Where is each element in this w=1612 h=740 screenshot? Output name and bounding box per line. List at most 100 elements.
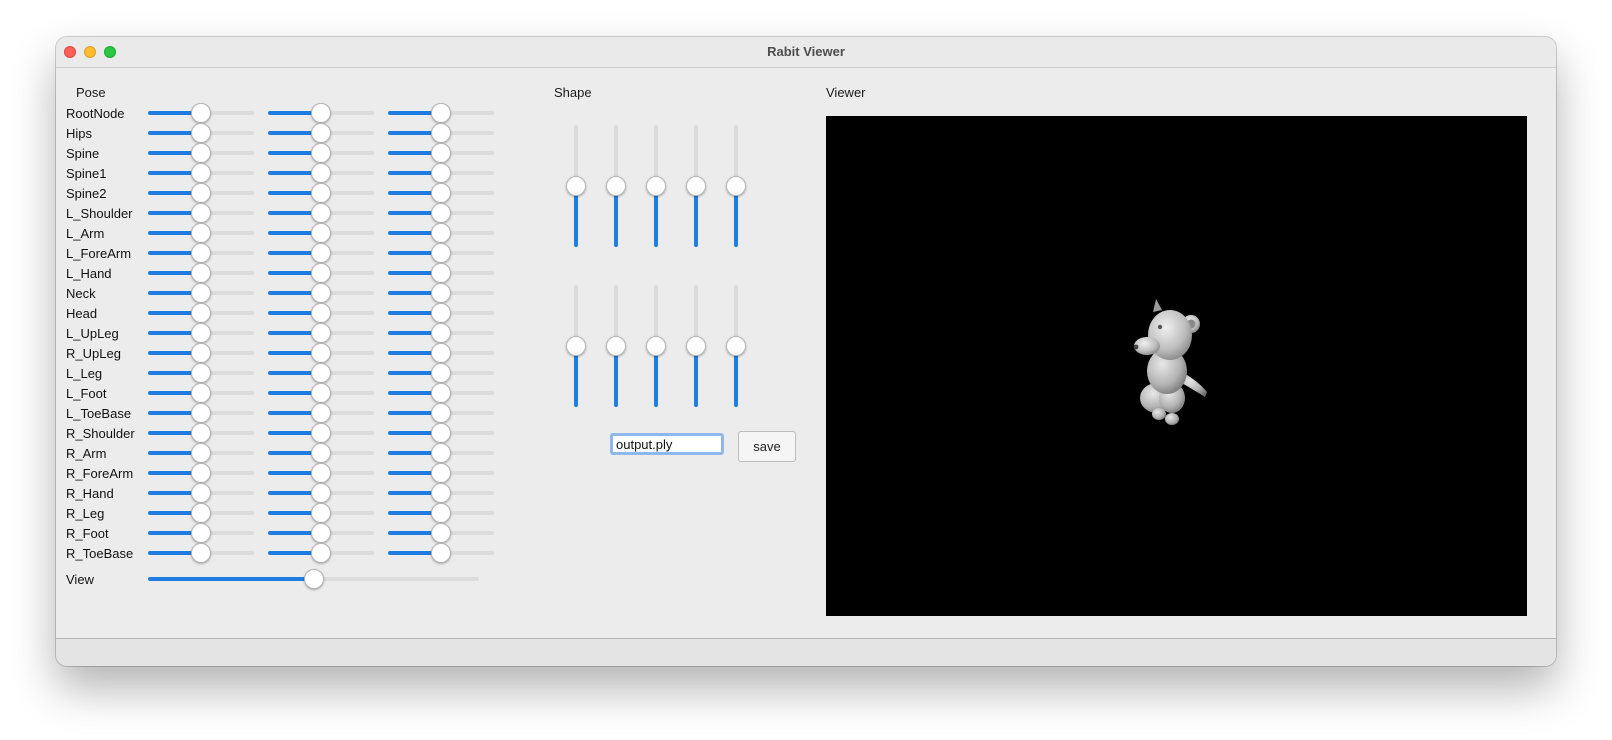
pose-slider[interactable] bbox=[268, 263, 374, 283]
shape-slider[interactable] bbox=[686, 285, 706, 407]
slider-handle[interactable] bbox=[311, 203, 331, 223]
pose-slider[interactable] bbox=[388, 523, 494, 543]
pose-slider[interactable] bbox=[148, 203, 254, 223]
pose-slider[interactable] bbox=[388, 123, 494, 143]
pose-slider[interactable] bbox=[148, 243, 254, 263]
slider-handle[interactable] bbox=[191, 263, 211, 283]
slider-handle[interactable] bbox=[311, 183, 331, 203]
pose-slider[interactable] bbox=[268, 103, 374, 123]
pose-slider[interactable] bbox=[148, 403, 254, 423]
shape-slider[interactable] bbox=[606, 285, 626, 407]
pose-slider[interactable] bbox=[388, 283, 494, 303]
slider-handle[interactable] bbox=[311, 423, 331, 443]
pose-slider[interactable] bbox=[388, 243, 494, 263]
slider-handle[interactable] bbox=[191, 443, 211, 463]
pose-slider[interactable] bbox=[268, 363, 374, 383]
pose-slider[interactable] bbox=[268, 443, 374, 463]
slider-handle[interactable] bbox=[191, 383, 211, 403]
slider-handle[interactable] bbox=[191, 423, 211, 443]
slider-handle[interactable] bbox=[191, 343, 211, 363]
slider-handle[interactable] bbox=[431, 443, 451, 463]
pose-slider[interactable] bbox=[388, 443, 494, 463]
slider-handle[interactable] bbox=[431, 283, 451, 303]
pose-slider[interactable] bbox=[268, 483, 374, 503]
pose-slider[interactable] bbox=[148, 103, 254, 123]
pose-slider[interactable] bbox=[268, 163, 374, 183]
slider-handle[interactable] bbox=[686, 336, 706, 356]
slider-handle[interactable] bbox=[191, 283, 211, 303]
slider-handle[interactable] bbox=[191, 243, 211, 263]
pose-slider[interactable] bbox=[388, 343, 494, 363]
slider-handle[interactable] bbox=[431, 163, 451, 183]
shape-slider[interactable] bbox=[566, 125, 586, 247]
pose-slider[interactable] bbox=[268, 123, 374, 143]
slider-handle[interactable] bbox=[191, 483, 211, 503]
slider-handle[interactable] bbox=[311, 363, 331, 383]
slider-handle[interactable] bbox=[311, 243, 331, 263]
pose-slider[interactable] bbox=[388, 463, 494, 483]
slider-handle[interactable] bbox=[431, 403, 451, 423]
pose-slider[interactable] bbox=[148, 503, 254, 523]
slider-handle[interactable] bbox=[191, 303, 211, 323]
slider-handle[interactable] bbox=[431, 383, 451, 403]
slider-handle[interactable] bbox=[311, 483, 331, 503]
slider-handle[interactable] bbox=[191, 123, 211, 143]
shape-slider[interactable] bbox=[726, 125, 746, 247]
slider-handle[interactable] bbox=[311, 543, 331, 563]
slider-handle[interactable] bbox=[431, 303, 451, 323]
pose-slider[interactable] bbox=[268, 323, 374, 343]
slider-handle[interactable] bbox=[303, 569, 324, 589]
slider-handle[interactable] bbox=[311, 403, 331, 423]
shape-slider[interactable] bbox=[606, 125, 626, 247]
pose-slider[interactable] bbox=[268, 543, 374, 563]
pose-slider[interactable] bbox=[388, 423, 494, 443]
slider-handle[interactable] bbox=[726, 176, 746, 196]
pose-slider[interactable] bbox=[388, 503, 494, 523]
pose-slider[interactable] bbox=[388, 263, 494, 283]
slider-handle[interactable] bbox=[431, 183, 451, 203]
pose-slider[interactable] bbox=[388, 303, 494, 323]
3d-viewport[interactable] bbox=[826, 116, 1527, 616]
save-button[interactable]: save bbox=[738, 431, 796, 462]
pose-slider[interactable] bbox=[268, 383, 374, 403]
slider-handle[interactable] bbox=[431, 543, 451, 563]
pose-slider[interactable] bbox=[148, 283, 254, 303]
slider-handle[interactable] bbox=[431, 343, 451, 363]
pose-slider[interactable] bbox=[388, 543, 494, 563]
slider-handle[interactable] bbox=[431, 243, 451, 263]
view-slider[interactable] bbox=[148, 569, 479, 589]
pose-slider[interactable] bbox=[388, 403, 494, 423]
slider-handle[interactable] bbox=[191, 503, 211, 523]
slider-handle[interactable] bbox=[191, 203, 211, 223]
slider-handle[interactable] bbox=[431, 323, 451, 343]
slider-handle[interactable] bbox=[646, 176, 666, 196]
shape-slider[interactable] bbox=[686, 125, 706, 247]
pose-slider[interactable] bbox=[268, 503, 374, 523]
pose-slider[interactable] bbox=[268, 463, 374, 483]
slider-handle[interactable] bbox=[311, 443, 331, 463]
slider-handle[interactable] bbox=[311, 163, 331, 183]
slider-handle[interactable] bbox=[431, 363, 451, 383]
slider-handle[interactable] bbox=[191, 523, 211, 543]
pose-slider[interactable] bbox=[388, 183, 494, 203]
slider-handle[interactable] bbox=[431, 263, 451, 283]
slider-handle[interactable] bbox=[431, 203, 451, 223]
slider-handle[interactable] bbox=[191, 363, 211, 383]
pose-slider[interactable] bbox=[148, 523, 254, 543]
slider-handle[interactable] bbox=[191, 403, 211, 423]
pose-slider[interactable] bbox=[388, 383, 494, 403]
slider-handle[interactable] bbox=[431, 463, 451, 483]
slider-handle[interactable] bbox=[646, 336, 666, 356]
slider-handle[interactable] bbox=[606, 176, 626, 196]
pose-slider[interactable] bbox=[268, 303, 374, 323]
output-filename-input[interactable] bbox=[610, 433, 724, 455]
slider-handle[interactable] bbox=[566, 336, 586, 356]
pose-slider[interactable] bbox=[388, 103, 494, 123]
slider-handle[interactable] bbox=[311, 123, 331, 143]
slider-handle[interactable] bbox=[311, 383, 331, 403]
pose-slider[interactable] bbox=[148, 123, 254, 143]
slider-handle[interactable] bbox=[311, 263, 331, 283]
pose-slider[interactable] bbox=[148, 163, 254, 183]
pose-slider[interactable] bbox=[388, 163, 494, 183]
pose-slider[interactable] bbox=[148, 343, 254, 363]
